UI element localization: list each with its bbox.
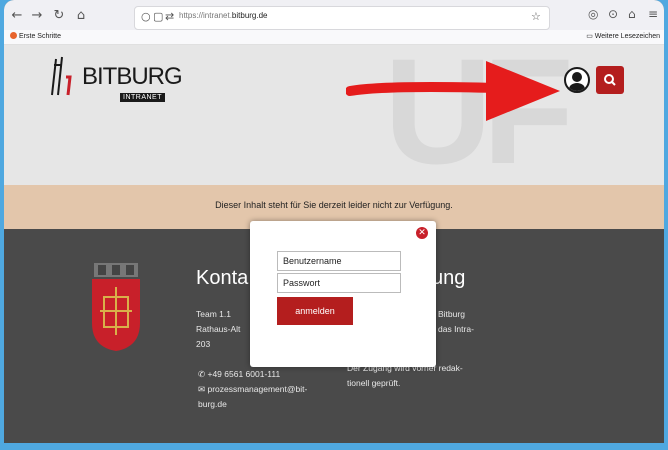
address-line: Team 1.1 — [196, 309, 231, 319]
account-icon[interactable]: ⊙ — [608, 7, 618, 21]
reload-icon[interactable]: ↻ — [50, 7, 68, 25]
email-text-cont: burg.de — [198, 399, 227, 409]
logo-mark-icon — [51, 56, 72, 96]
address-line: Rathaus-Alt — [196, 324, 241, 334]
site-header: UF BITBURG INTRANET — [4, 45, 664, 185]
login-button[interactable]: anmelden — [277, 297, 353, 325]
firefox-icon — [10, 32, 17, 39]
pocket-icon[interactable]: ◎ — [588, 7, 598, 21]
logo-text: BITBURG — [82, 63, 183, 90]
extensions-icon[interactable]: ⌂ — [628, 7, 636, 21]
phone-text: +49 6561 6001-111 — [207, 369, 281, 379]
email-text: prozessmanagement@bit- — [207, 384, 308, 394]
permissions-icon[interactable]: ⇄ — [165, 10, 174, 23]
search-icon — [604, 74, 616, 86]
right-text-line: tionell geprüft. — [347, 378, 401, 388]
search-button[interactable] — [596, 66, 624, 94]
login-modal: ✕ Benutzername Passwort anmelden — [250, 221, 436, 367]
username-input[interactable]: Benutzername — [277, 251, 401, 271]
right-text-line: Bitburg — [438, 309, 465, 319]
red-arrow-annotation — [346, 61, 560, 121]
site-logo[interactable]: BITBURG INTRANET — [48, 55, 188, 107]
folder-icon: ▭ — [586, 33, 595, 40]
user-icon — [569, 72, 585, 91]
user-login-button[interactable] — [564, 67, 590, 93]
password-input[interactable]: Passwort — [277, 273, 401, 293]
notice-text: Dieser Inhalt steht für Sie derzeit leid… — [215, 200, 453, 210]
forward-icon[interactable]: → — [28, 7, 46, 25]
address-line: 203 — [196, 339, 211, 349]
url-text[interactable]: https://intranet.bitburg.de — [179, 11, 268, 20]
home-icon[interactable]: ⌂ — [72, 7, 90, 25]
footer-address: Team 1.1 Rathaus-Alt 203 — [196, 307, 240, 352]
footer-heading-right: ung — [432, 267, 466, 289]
bookmark-star-icon[interactable]: ☆ — [531, 10, 541, 23]
footer-right-text: Bitburg das Intra- — [438, 307, 474, 337]
bookmark-erste-schritte[interactable]: Erste Schritte — [10, 32, 61, 40]
footer-heading-contact: Konta — [196, 267, 249, 289]
close-icon[interactable]: ✕ — [416, 227, 428, 239]
footer-email[interactable]: ✉ prozessmanagement@bit- burg.de — [198, 382, 307, 412]
bookmark-weitere[interactable]: ▭ Weitere Lesezeichen — [586, 32, 660, 40]
footer-phone[interactable]: ✆ +49 6561 6001-111 — [198, 367, 280, 382]
menu-icon[interactable]: ≡ — [648, 7, 658, 21]
bottom-border — [4, 443, 664, 450]
back-icon[interactable]: ← — [8, 7, 26, 25]
page-icon[interactable]: ▢ — [153, 10, 163, 23]
browser-window: ← → ↻ ⌂ ○ ▢ ⇄ https://intranet.bitburg.d… — [4, 0, 664, 450]
shield-icon[interactable]: ○ — [141, 10, 151, 23]
right-text-line: das Intra- — [438, 324, 474, 334]
url-bar[interactable]: ○ ▢ ⇄ https://intranet.bitburg.de ☆ — [134, 6, 550, 30]
page-content: UF BITBURG INTRANET Dieser Inhalt steht … — [4, 45, 664, 450]
logo-subtitle: INTRANET — [120, 93, 165, 102]
coat-of-arms-icon — [92, 263, 140, 351]
bookmarks-bar: Erste Schritte ▭ Weitere Lesezeichen — [4, 30, 664, 45]
